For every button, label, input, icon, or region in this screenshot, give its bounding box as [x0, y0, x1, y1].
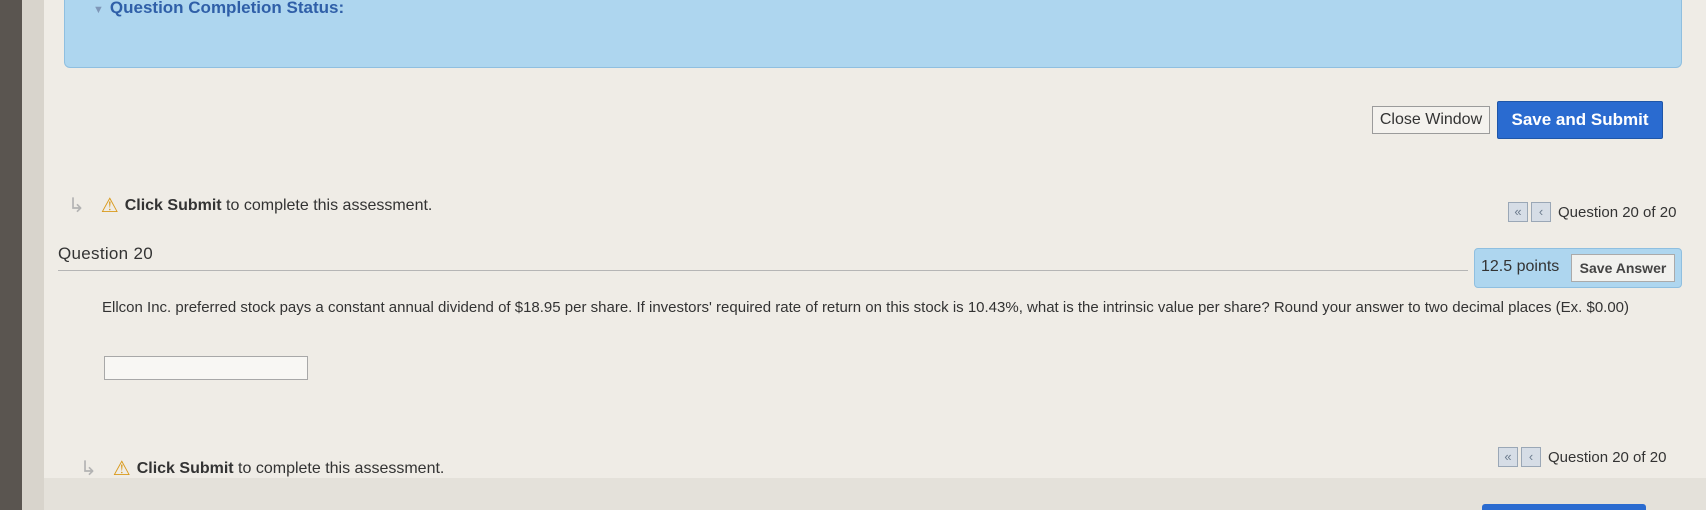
close-window-button[interactable]: Close Window: [1372, 106, 1490, 134]
page-gutter: [22, 0, 44, 510]
question-header: Question 20: [58, 244, 1468, 271]
question-completion-status[interactable]: ▼ Question Completion Status:: [64, 0, 1682, 68]
screen-bezel: [0, 0, 22, 510]
collapse-chevron-icon[interactable]: ▼: [93, 4, 104, 16]
page-footer: [44, 478, 1706, 510]
question-position: Question 20 of 20: [1558, 203, 1677, 221]
notice-bold: Click Submit: [136, 459, 234, 477]
previous-question-button[interactable]: ‹: [1531, 202, 1551, 222]
previous-question-button[interactable]: ‹: [1521, 447, 1541, 467]
save-answer-button[interactable]: Save Answer: [1571, 254, 1675, 282]
submit-notice-top: ↳ ⚠ Click Submit to complete this assess…: [68, 193, 432, 218]
points-box: 12.5 points Save Answer: [1474, 248, 1682, 288]
status-title[interactable]: ▼ Question Completion Status:: [93, 0, 344, 18]
question-navigation-bottom: « ‹ Question 20 of 20: [1498, 447, 1666, 467]
first-question-button[interactable]: «: [1498, 447, 1518, 467]
notice-bold: Click Submit: [124, 196, 222, 214]
question-position: Question 20 of 20: [1548, 448, 1667, 466]
first-question-button[interactable]: «: [1508, 202, 1528, 222]
notice-text: to complete this assessment.: [221, 196, 433, 214]
answer-input[interactable]: [104, 356, 308, 380]
question-navigation-top: « ‹ Question 20 of 20: [1508, 202, 1676, 222]
question-points: 12.5 points: [1481, 258, 1560, 275]
arrow-return-icon: ↳: [68, 195, 85, 217]
warning-icon: ⚠: [100, 195, 119, 217]
footer-submit-button-partial[interactable]: [1482, 504, 1646, 510]
question-text: Ellcon Inc. preferred stock pays a const…: [102, 299, 1630, 316]
notice-text: to complete this assessment.: [233, 459, 445, 477]
question-title: Question 20: [58, 244, 153, 263]
save-and-submit-button[interactable]: Save and Submit: [1497, 101, 1663, 139]
